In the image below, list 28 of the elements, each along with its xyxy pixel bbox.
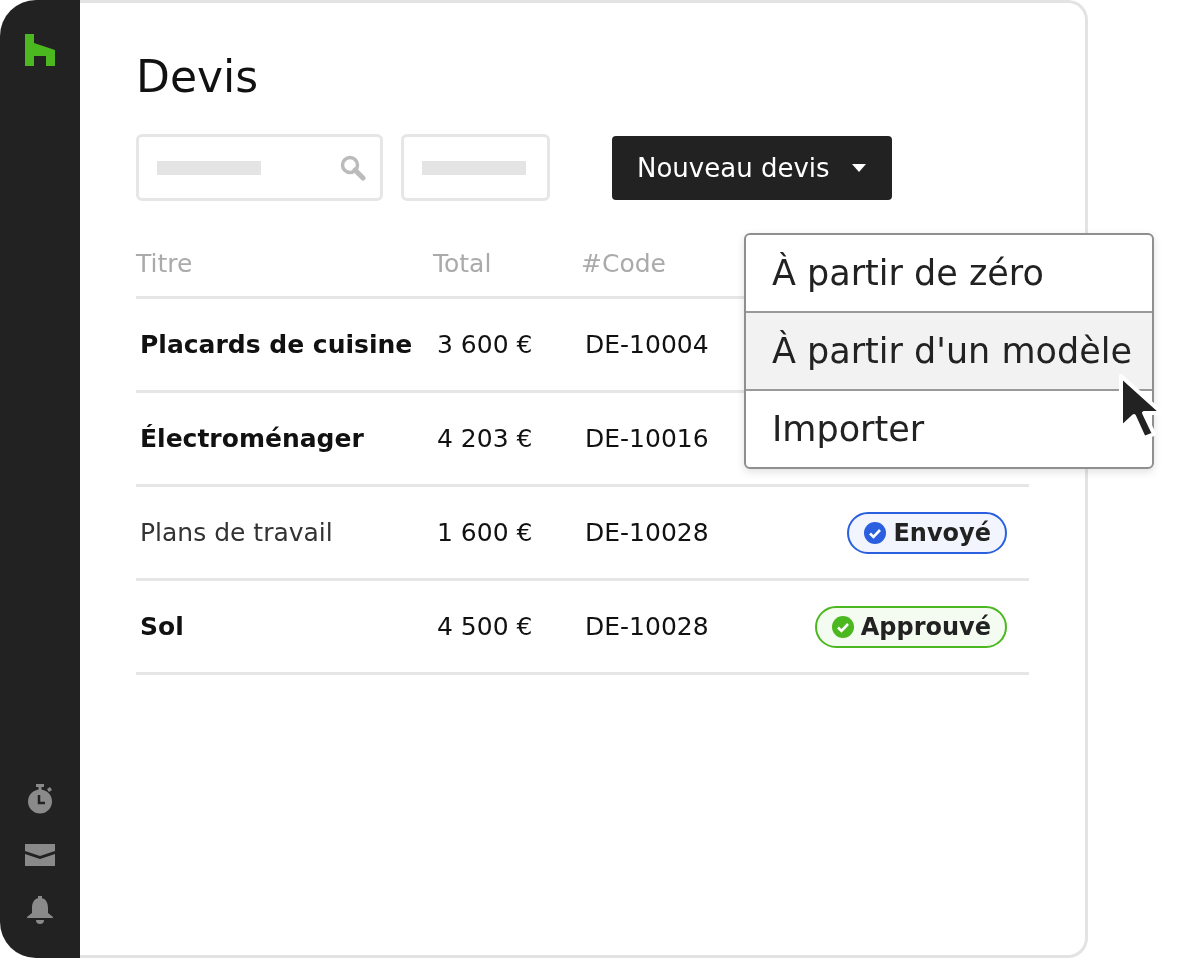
table-cell: 1 600 € [437, 518, 533, 547]
page-title: Devis [136, 51, 259, 102]
table-cell: 3 600 € [437, 330, 533, 359]
stopwatch-icon[interactable] [26, 784, 54, 814]
table-cell: DE-10028 [585, 518, 709, 547]
table-cell: 4 500 € [437, 612, 533, 641]
table-cell: DE-10016 [585, 424, 709, 453]
table-cell: DE-10004 [585, 330, 709, 359]
new-quote-button[interactable]: Nouveau devis [612, 135, 892, 200]
mail-icon[interactable] [25, 844, 55, 866]
check-circle-icon [831, 615, 854, 638]
menu-item[interactable]: À partir de zéro [746, 235, 1152, 311]
search-icon [340, 154, 366, 181]
table-cell: DE-10028 [585, 612, 709, 641]
notification-bell-icon[interactable] [25, 896, 55, 924]
caret-icon [851, 163, 866, 172]
table-cell: Placards de cuisine [140, 330, 413, 359]
status-badge: Approuvé [814, 605, 1007, 648]
table-cell: 4 203 € [437, 424, 533, 453]
table-cell: Électroménager [140, 424, 364, 453]
check-circle-icon [864, 521, 887, 544]
table-cell: Sol [140, 612, 184, 641]
table-cell: Plans de travail [140, 518, 333, 547]
filter-field[interactable] [401, 134, 550, 201]
search-field[interactable] [136, 134, 383, 201]
house-logo-icon[interactable] [25, 34, 55, 66]
status-badge: Envoyé [847, 511, 1007, 554]
menu-item[interactable]: À partir d'un modèle [746, 311, 1152, 389]
